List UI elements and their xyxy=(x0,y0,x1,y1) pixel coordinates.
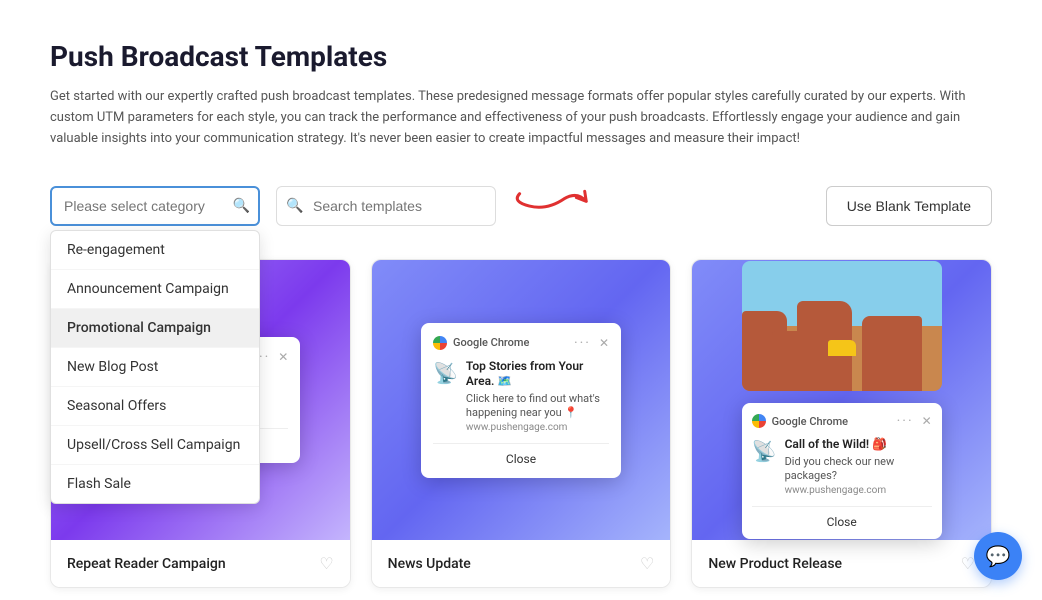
dropdown-item-upsell[interactable]: Upsell/Cross Sell Campaign xyxy=(51,426,259,465)
card-footer-1: Repeat Reader Campaign ♡ xyxy=(51,540,350,587)
fab-button[interactable]: 💬 xyxy=(974,532,1022,580)
notif-wave-icon-2: 📡 xyxy=(433,361,458,385)
notif-url-2: www.pushengage.com xyxy=(466,422,609,433)
notif-header-2: Google Chrome ··· ✕ xyxy=(433,335,609,351)
browser-name-3: Google Chrome xyxy=(772,415,891,428)
desert-scene xyxy=(742,261,942,391)
notif-subtitle-2: Click here to find out what's happening … xyxy=(466,392,609,421)
search-wrapper: 🔍 xyxy=(276,186,496,226)
notif-subtitle-3: Did you check our new packages? xyxy=(785,455,932,484)
notif-close-x-1[interactable]: ✕ xyxy=(278,350,288,364)
category-select[interactable] xyxy=(50,186,260,226)
card-footer-2: News Update ♡ xyxy=(372,540,671,587)
notif-close-btn-2[interactable]: Close xyxy=(433,443,609,466)
notif-url-3: www.pushengage.com xyxy=(785,485,932,496)
rock-4 xyxy=(862,316,922,391)
heart-icon-3[interactable]: ♡ xyxy=(961,554,975,573)
card-footer-3: New Product Release ♡ xyxy=(692,540,991,587)
notif-body-2: 📡 Top Stories from Your Area. 🗺️ Click h… xyxy=(433,359,609,434)
fab-icon: 💬 xyxy=(986,544,1011,568)
heart-icon-1[interactable]: ♡ xyxy=(319,554,333,573)
dropdown-item-reengagement[interactable]: Re-engagement xyxy=(51,231,259,270)
notif-close-x-2[interactable]: ✕ xyxy=(599,336,609,350)
notif-popup-2: Google Chrome ··· ✕ 📡 Top Stories from Y… xyxy=(421,323,621,479)
dropdown-item-blog[interactable]: New Blog Post xyxy=(51,348,259,387)
notif-wave-icon-3: 📡 xyxy=(752,439,777,463)
notif-dots-3: ··· xyxy=(897,413,914,429)
dropdown-item-flash[interactable]: Flash Sale xyxy=(51,465,259,503)
page-container: Push Broadcast Templates Get started wit… xyxy=(0,0,1042,600)
van-icon xyxy=(828,340,856,356)
dropdown-item-announcement[interactable]: Announcement Campaign xyxy=(51,270,259,309)
card-label-1: Repeat Reader Campaign xyxy=(67,556,226,572)
dropdown-item-seasonal[interactable]: Seasonal Offers xyxy=(51,387,259,426)
dropdown-item-promotional[interactable]: Promotional Campaign xyxy=(51,309,259,348)
browser-name-2: Google Chrome xyxy=(453,336,568,349)
notif-popup-3: Google Chrome ··· ✕ 📡 Call of the Wild! … xyxy=(742,403,942,539)
controls-row: 🔍 Re-engagement Announcement Campaign Pr… xyxy=(50,177,992,235)
notif-header-3: Google Chrome ··· ✕ xyxy=(752,413,932,429)
card-label-3: New Product Release xyxy=(708,556,842,572)
card-visual-2: Google Chrome ··· ✕ 📡 Top Stories from Y… xyxy=(372,260,671,540)
arrow-indicator xyxy=(508,165,603,247)
card-visual-3: Google Chrome ··· ✕ 📡 Call of the Wild! … xyxy=(692,260,991,540)
card-label-2: News Update xyxy=(388,556,471,572)
page-description: Get started with our expertly crafted pu… xyxy=(50,87,992,149)
notif-dots-2: ··· xyxy=(574,335,591,351)
notif-text-2: Top Stories from Your Area. 🗺️ Click her… xyxy=(466,359,609,434)
notif-title-3: Call of the Wild! 🎒 xyxy=(785,437,932,453)
notif-close-btn-3[interactable]: Close xyxy=(752,506,932,529)
notif-close-x-3[interactable]: ✕ xyxy=(922,414,932,428)
card-news-update: Google Chrome ··· ✕ 📡 Top Stories from Y… xyxy=(371,259,672,588)
use-blank-button[interactable]: Use Blank Template xyxy=(826,186,992,226)
notif-title-2: Top Stories from Your Area. 🗺️ xyxy=(466,359,609,390)
card-new-product: Google Chrome ··· ✕ 📡 Call of the Wild! … xyxy=(691,259,992,588)
notif-body-3: 📡 Call of the Wild! 🎒 Did you check our … xyxy=(752,437,932,496)
heart-icon-2[interactable]: ♡ xyxy=(640,554,654,573)
page-title: Push Broadcast Templates xyxy=(50,40,992,73)
chrome-logo-3 xyxy=(752,414,766,428)
notif-text-3: Call of the Wild! 🎒 Did you check our ne… xyxy=(785,437,932,496)
category-dropdown: Re-engagement Announcement Campaign Prom… xyxy=(50,230,260,504)
chrome-logo-2 xyxy=(433,336,447,350)
search-input[interactable] xyxy=(276,186,496,226)
category-select-wrapper: 🔍 Re-engagement Announcement Campaign Pr… xyxy=(50,186,260,226)
